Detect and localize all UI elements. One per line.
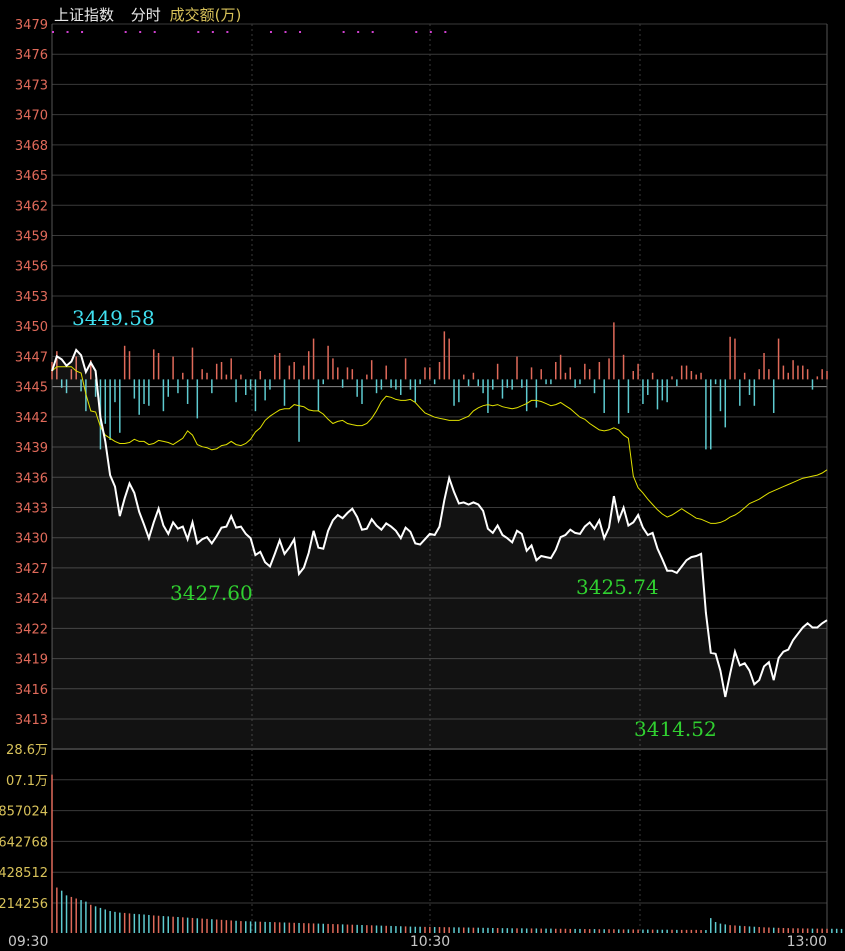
mode-label[interactable]: 分时 [131,6,161,24]
price-tick-label: 3424 [15,592,48,607]
signal-dot [415,31,418,33]
price-tick-label: 3468 [15,139,48,154]
low-price-label-1: 3427.60 [170,581,253,605]
price-tick-label: 3453 [15,290,48,305]
header: 上证指数 分时 成交额(万) [54,4,241,25]
time-axis: 09:30 10:30 13:00 [8,934,827,950]
signal-dot [81,31,84,33]
signal-dot [124,31,127,33]
signal-dot [299,31,302,33]
price-tick-label: 3473 [15,78,48,93]
signal-dot [269,31,272,33]
price-tick-label: 3459 [15,230,48,245]
signal-dot [357,31,360,33]
signal-dot [153,31,156,33]
price-tick-label: 3433 [15,501,48,516]
volume-axis: 28.6万 07.1万 857024 642768 428512 214256 [0,743,48,912]
volume-bars [51,774,843,933]
price-tick-label: 3427 [15,562,48,577]
volume-tick-label: 07.1万 [6,774,48,789]
volume-tick-label: 214256 [0,897,48,912]
signal-dot [444,31,447,33]
volume-tick-label: 428512 [0,866,48,881]
price-tick-label: 3476 [15,48,48,63]
price-tick-label: 3450 [15,320,48,335]
price-tick-label: 3416 [15,683,48,698]
time-tick-label: 10:30 [410,934,450,950]
up-down-bars [51,322,828,450]
price-tick-label: 3436 [15,471,48,486]
time-tick-label: 13:00 [787,934,827,950]
volume-tick-label: 28.6万 [6,743,48,758]
signal-dot [226,31,229,33]
price-tick-label: 3413 [15,713,48,728]
high-price-label: 3449.58 [72,306,155,330]
price-tick-label: 3439 [15,441,48,456]
volume-tick-label: 857024 [0,805,48,820]
price-tick-label: 3462 [15,199,48,214]
signal-dot [52,31,54,33]
signal-dot [139,31,142,33]
price-tick-label: 3479 [15,18,48,33]
price-tick-label: 3442 [15,411,48,426]
price-tick-label: 3456 [15,260,48,275]
price-tick-label: 3465 [15,169,48,184]
signal-dot [197,31,200,33]
signal-dot [284,31,287,33]
price-tick-label: 3419 [15,653,48,668]
signal-dot [371,31,374,33]
price-tick-label: 3422 [15,622,48,637]
index-name[interactable]: 上证指数 [54,6,114,24]
signal-dot [211,31,214,33]
grid [51,23,828,933]
price-tick-label: 3447 [15,350,48,365]
volume-tick-label: 642768 [0,835,48,850]
signal-dot [342,31,345,33]
price-axis: 3479 3476 3473 3470 3468 3465 3462 3459 3456 3453… [15,18,48,728]
low-price-label-2: 3425.74 [576,575,659,599]
price-tick-label: 3470 [15,109,48,124]
signal-dot [66,31,69,33]
signal-dots [52,31,447,33]
signal-dot [429,31,432,33]
price-tick-label: 3430 [15,532,48,547]
chart-canvas: 3479 3476 3473 3470 3468 3465 3462 3459 3456 3453… [0,18,843,950]
time-tick-label: 09:30 [8,934,48,950]
low-price-label-3: 3414.52 [634,717,717,741]
indicator-label[interactable]: 成交额(万) [170,6,242,24]
price-tick-label: 3445 [15,381,48,396]
